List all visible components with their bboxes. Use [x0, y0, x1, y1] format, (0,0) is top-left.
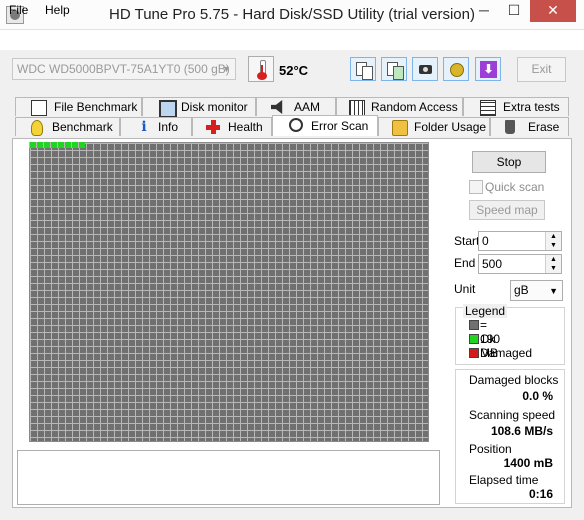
copy-info-button[interactable]	[350, 57, 376, 81]
file-benchmark-icon	[31, 100, 47, 116]
random-access-icon	[349, 100, 365, 116]
tab-aam-label: AAM	[294, 100, 321, 114]
tab-health[interactable]: Health	[192, 117, 272, 136]
end-value: 500	[482, 257, 503, 271]
tab-aam[interactable]: AAM	[256, 97, 336, 116]
health-cross-icon	[206, 120, 220, 134]
chevron-down-icon: ▼	[222, 64, 231, 74]
ok-swatch	[469, 334, 479, 344]
menu-help-label: Help	[45, 3, 70, 17]
tab-benchmark[interactable]: Benchmark	[15, 117, 120, 136]
tab-file-benchmark[interactable]: File Benchmark	[15, 97, 142, 116]
legend-ok-text: Ok	[480, 332, 496, 346]
unit-value: gB	[514, 283, 529, 297]
unit-label: Unit	[454, 282, 476, 296]
options-button[interactable]	[443, 57, 469, 81]
tab-extra-tests[interactable]: Extra tests	[463, 97, 569, 116]
menu-file-label: File	[9, 3, 29, 17]
start-value: 0	[482, 234, 489, 248]
start-label: Start	[454, 234, 480, 248]
temperature-readout: 52°C	[279, 63, 309, 78]
damaged-blocks-value: 0.0 %	[522, 389, 553, 403]
save-button[interactable]: ⬇	[475, 57, 501, 81]
folder-icon	[392, 120, 408, 136]
damaged-swatch	[469, 348, 479, 358]
exit-button[interactable]: Exit	[517, 57, 566, 82]
unit-select[interactable]: gB ▼	[510, 280, 563, 301]
info-icon: i	[141, 119, 147, 135]
chevron-down-icon: ▼	[549, 286, 558, 296]
tab-disk-monitor[interactable]: Disk monitor	[142, 97, 256, 118]
trash-icon	[505, 120, 515, 134]
damaged-blocks-label: Damaged blocks	[469, 373, 559, 387]
tab-health-label: Health	[228, 120, 263, 134]
speaker-icon	[271, 100, 283, 114]
end-spin-buttons[interactable]: ▲ ▼	[545, 255, 561, 273]
elapsed-time-label: Elapsed time	[469, 473, 539, 487]
start-spinbox[interactable]: 0 ▲ ▼	[478, 231, 562, 251]
tab-folder-usage[interactable]: Folder Usage	[378, 117, 490, 136]
thermometer-icon[interactable]	[248, 56, 274, 82]
close-button[interactable]: ✕	[530, 0, 576, 22]
tab-disk-monitor-label: Disk monitor	[181, 100, 248, 114]
scan-block-map	[29, 142, 429, 442]
quick-scan-box[interactable]	[469, 180, 483, 194]
scanned-ok-blocks	[29, 142, 85, 148]
tab-random-access[interactable]: Random Access	[336, 97, 463, 116]
magnifier-icon	[289, 118, 303, 132]
options-icon	[450, 63, 464, 77]
tab-error-scan-label: Error Scan	[311, 119, 369, 133]
menu-bar	[0, 30, 584, 50]
end-label: End	[454, 256, 476, 270]
elapsed-time-value: 0:16	[528, 487, 553, 501]
tab-erase-label: Erase	[528, 120, 560, 134]
quick-scan-label: Quick scan	[485, 180, 545, 194]
scanning-speed-value: 108.6 MB/s	[490, 424, 553, 438]
monitor-icon	[159, 100, 177, 118]
tab-error-scan[interactable]: Error Scan	[272, 115, 378, 136]
quick-scan-checkbox[interactable]: Quick scan	[469, 180, 559, 194]
tab-benchmark-label: Benchmark	[52, 120, 113, 134]
position-value: 1400 mB	[503, 456, 553, 470]
stop-button[interactable]: Stop	[472, 151, 546, 173]
legend-damaged-text: Damaged	[480, 346, 533, 360]
screenshot-button[interactable]	[412, 57, 438, 81]
block-swatch	[469, 320, 479, 330]
minimize-button[interactable]: ─	[470, 0, 498, 22]
save-icon: ⬇	[480, 61, 497, 78]
tab-extra-tests-label: Extra tests	[503, 100, 560, 114]
benchmark-icon	[31, 120, 43, 136]
drive-select[interactable]: WDC WD5000BPVT-75A1YT0 (500 gB)	[12, 58, 236, 80]
extra-tests-icon	[480, 100, 496, 116]
start-spin-buttons[interactable]: ▲ ▼	[545, 232, 561, 250]
position-label: Position	[469, 442, 512, 456]
tab-erase[interactable]: Erase	[490, 117, 569, 136]
end-spinbox[interactable]: 500 ▲ ▼	[478, 254, 562, 274]
tab-random-access-label: Random Access	[371, 100, 458, 114]
menu-file[interactable]: File	[9, 3, 28, 17]
tab-info[interactable]: i Info	[120, 117, 192, 136]
tab-info-label: Info	[158, 120, 179, 134]
copy-screenshot-button[interactable]	[381, 57, 407, 81]
tab-folder-usage-label: Folder Usage	[414, 120, 487, 134]
speed-map-button[interactable]: Speed map	[469, 200, 545, 220]
tab-file-benchmark-label: File Benchmark	[54, 100, 138, 114]
scan-log-box	[17, 450, 440, 505]
legend-title: Legend	[463, 304, 508, 318]
maximize-button[interactable]: ☐	[500, 0, 528, 22]
scanning-speed-label: Scanning speed	[469, 408, 556, 422]
menu-help[interactable]: Help	[45, 3, 70, 17]
camera-icon	[419, 65, 432, 74]
